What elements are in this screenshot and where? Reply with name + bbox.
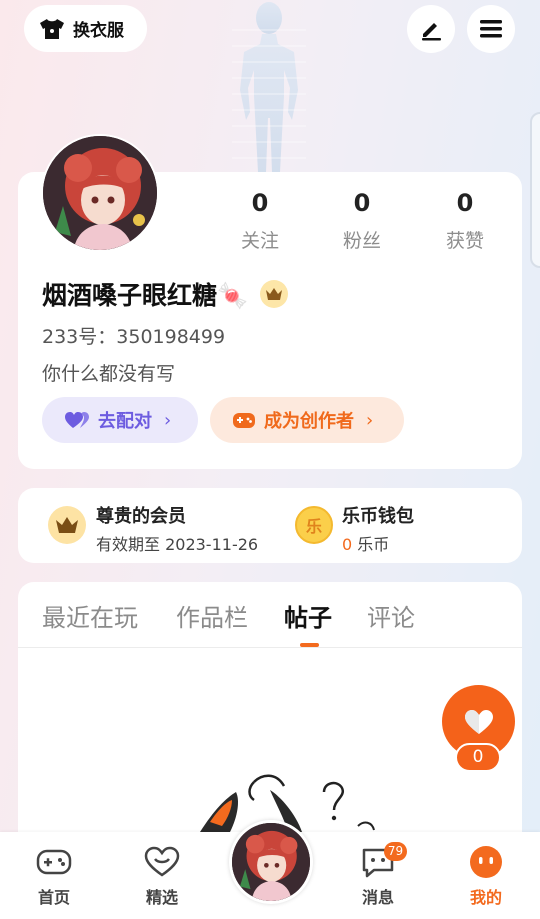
menu-icon	[480, 20, 502, 38]
vip-crown-badge[interactable]	[260, 280, 289, 308]
stat-following[interactable]: 0 关注	[220, 186, 300, 253]
menu-button[interactable]	[467, 5, 515, 53]
coin-glyph: 乐	[305, 517, 322, 536]
nav-me[interactable]: 我的	[456, 844, 516, 908]
likes-label: 获赞	[445, 230, 484, 252]
crown-icon	[266, 288, 283, 300]
username-row: 烟酒嗓子眼红糖🍬	[42, 276, 289, 312]
user-id: 233号：350198499	[42, 326, 226, 348]
fans-label: 粉丝	[342, 230, 381, 252]
nav-featured[interactable]: 精选	[132, 844, 192, 908]
following-label: 关注	[240, 230, 279, 252]
nav-featured-label: 精选	[145, 888, 178, 907]
fans-count: 0	[353, 189, 371, 217]
face-icon	[470, 846, 502, 878]
nav-home[interactable]: 首页	[24, 844, 84, 908]
vip-expiry-date: 有效期至 2023-11-26	[96, 535, 259, 554]
nav-me-label: 我的	[469, 888, 502, 907]
chevron-right-icon: ›	[366, 409, 374, 431]
wallet-unit: 乐币	[352, 535, 390, 554]
username: 烟酒嗓子眼红糖🍬	[42, 281, 249, 310]
chevron-right-icon: ›	[164, 409, 172, 431]
tab-works[interactable]: 作品栏	[176, 598, 248, 633]
nav-center-avatar[interactable]	[229, 820, 313, 904]
likes-count: 0	[456, 189, 474, 217]
tab-recently-played[interactable]: 最近在玩	[42, 598, 138, 633]
vip-crown-icon	[48, 506, 86, 544]
stat-likes-received[interactable]: 0 获赞	[425, 186, 505, 253]
hearts-icon	[65, 412, 89, 428]
wallet-amount: 0	[342, 535, 353, 554]
shirt-icon	[40, 18, 64, 39]
tab-comments[interactable]: 评论	[367, 598, 415, 633]
gamepad-icon	[233, 413, 255, 428]
avatar-image	[232, 823, 310, 901]
pen-icon	[422, 23, 441, 41]
avatar-image	[43, 136, 157, 250]
pair-button-label: 去配对	[98, 411, 152, 432]
side-panel-peek[interactable]	[530, 112, 540, 268]
like-count: 0	[455, 743, 501, 772]
edit-profile-button[interactable]	[407, 5, 455, 53]
gamepad-icon	[36, 849, 72, 875]
become-creator-button[interactable]: 成为创作者 ›	[210, 397, 404, 443]
heart-outline-icon	[144, 846, 180, 877]
nav-messages-label: 消息	[361, 888, 394, 907]
user-bio[interactable]: 你什么都没有写	[42, 359, 175, 386]
messages-unread-badge: 79	[384, 842, 407, 861]
nav-home-label: 首页	[37, 888, 70, 907]
tab-divider	[18, 647, 522, 648]
heart-icon	[464, 709, 493, 734]
wallet-title[interactable]: 乐币钱包	[342, 502, 414, 528]
coin-icon: 乐	[295, 506, 333, 544]
avatar-hologram-figure	[232, 2, 306, 172]
tab-posts[interactable]: 帖子	[284, 598, 332, 633]
wardrobe-label: 换衣服	[73, 21, 124, 41]
membership-card	[18, 488, 522, 563]
stat-fans[interactable]: 0 粉丝	[322, 186, 402, 253]
following-count: 0	[251, 189, 269, 217]
pair-button[interactable]: 去配对 ›	[42, 397, 198, 443]
wallet-balance: 0 乐币	[342, 531, 389, 555]
wardrobe-button[interactable]: 换衣服	[24, 5, 147, 52]
creator-button-label: 成为创作者	[264, 411, 354, 432]
vip-membership-title[interactable]: 尊贵的会员	[96, 502, 186, 528]
profile-avatar[interactable]	[41, 134, 159, 252]
